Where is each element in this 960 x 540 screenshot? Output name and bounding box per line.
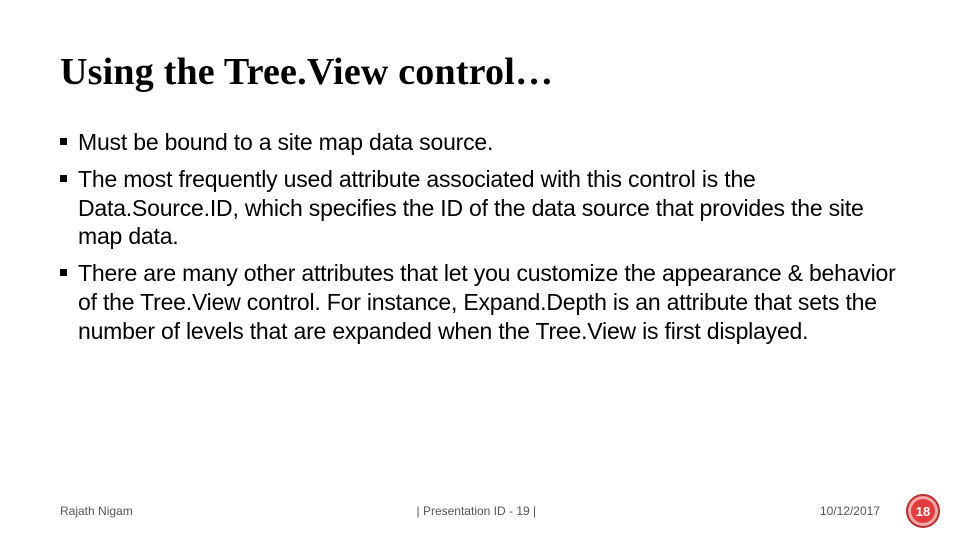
list-item: The most frequently used attribute assoc… <box>60 165 900 251</box>
slide: Using the Tree.View control… Must be bou… <box>0 0 960 540</box>
list-item: There are many other attributes that let… <box>60 259 900 345</box>
slide-footer: Rajath Nigam | Presentation ID - 19 | 10… <box>60 504 900 518</box>
footer-author: Rajath Nigam <box>60 504 133 518</box>
page-number-badge: 18 <box>906 494 940 528</box>
bullet-list: Must be bound to a site map data source.… <box>60 128 900 345</box>
footer-date: 10/12/2017 <box>820 504 880 518</box>
slide-title: Using the Tree.View control… <box>60 50 900 94</box>
footer-presentation-id: | Presentation ID - 19 | <box>133 504 820 518</box>
list-item: Must be bound to a site map data source. <box>60 128 900 157</box>
